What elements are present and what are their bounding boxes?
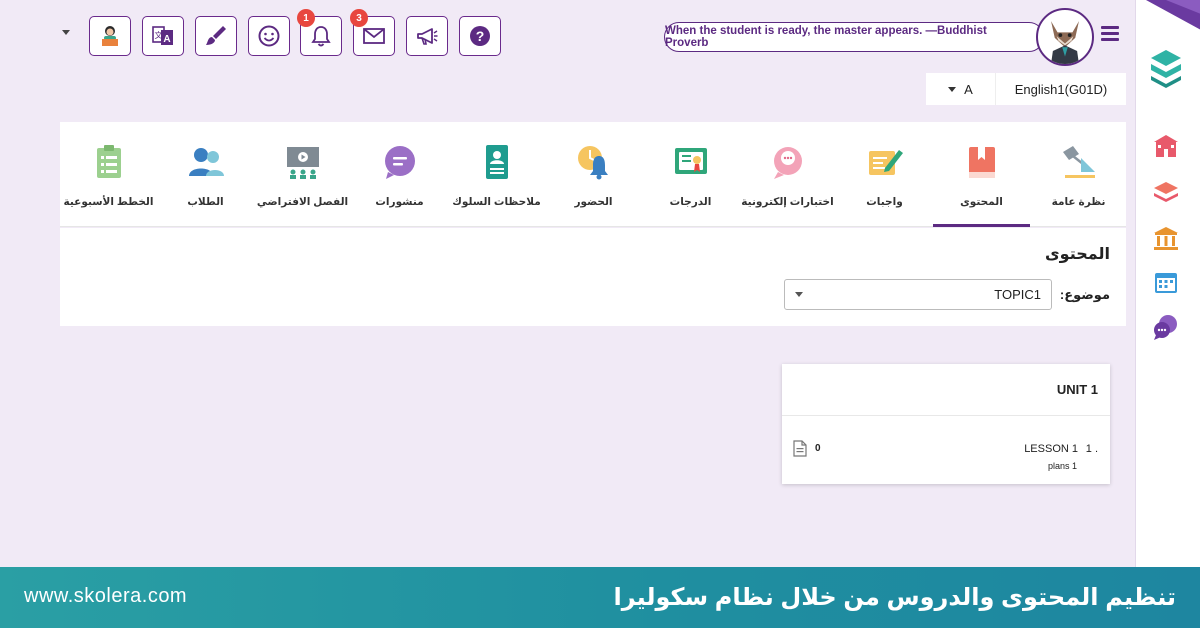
tab-label: منشورات bbox=[375, 196, 424, 208]
book-icon bbox=[968, 147, 995, 178]
content-panel: المحتوى موضوع: TOPIC1 bbox=[60, 228, 1126, 326]
brush-icon bbox=[206, 26, 226, 45]
topic-label: موضوع: bbox=[1059, 287, 1110, 302]
help-button[interactable]: ? bbox=[459, 16, 501, 56]
lesson-row[interactable]: 1 . LESSON 1 plans 1 0 bbox=[782, 416, 1110, 484]
messages-button[interactable]: 3 bbox=[350, 9, 395, 56]
chevron-down-icon bbox=[948, 86, 957, 92]
tab-label: ملاحظات السلوك bbox=[452, 196, 541, 208]
announcements-button[interactable] bbox=[406, 16, 448, 56]
virtual-class-icon bbox=[286, 147, 319, 179]
section-value: A bbox=[964, 81, 973, 97]
grades-icon bbox=[674, 148, 707, 174]
bell-icon bbox=[311, 26, 331, 47]
tab-grades[interactable]: الدرجات bbox=[642, 122, 739, 227]
online-quiz-icon bbox=[773, 147, 802, 179]
course-tabs: الخطط الأسبوعية الطلاب الفصل الافتراضي م… bbox=[60, 122, 1126, 227]
tab-label: نظرة عامة bbox=[1051, 196, 1106, 208]
theme-button[interactable] bbox=[195, 16, 237, 56]
behavior-notes-icon bbox=[485, 145, 508, 179]
lesson-number: 1 . bbox=[1085, 443, 1098, 455]
tab-posts[interactable]: منشورات bbox=[351, 122, 448, 227]
svg-text:?: ? bbox=[476, 28, 485, 44]
translate-button[interactable]: A 文 bbox=[142, 16, 184, 56]
school-icon[interactable] bbox=[1152, 132, 1180, 160]
weekly-plans-icon bbox=[96, 145, 121, 178]
help-icon: ? bbox=[470, 26, 490, 46]
notifications-badge: 1 bbox=[297, 9, 315, 27]
tab-homework[interactable]: واجبات bbox=[836, 122, 933, 227]
tab-virtual-class[interactable]: الفصل الافتراضي bbox=[254, 122, 351, 227]
section-dropdown[interactable]: A bbox=[926, 73, 996, 105]
course-name: English1(G01D) bbox=[1014, 81, 1108, 97]
tab-label: الحضور bbox=[574, 196, 613, 208]
homework-icon bbox=[868, 150, 903, 175]
website-url[interactable]: www.skolera.com bbox=[24, 585, 187, 608]
students-icon bbox=[188, 148, 224, 176]
user-menu-caret[interactable] bbox=[62, 30, 70, 35]
bottom-banner: www.skolera.com تنظيم المحتوى والدروس من… bbox=[0, 567, 1200, 628]
tab-content[interactable]: المحتوى bbox=[933, 122, 1030, 227]
lesson-plans: plans 1 bbox=[1047, 461, 1077, 471]
feedback-button[interactable] bbox=[248, 16, 290, 56]
lamp-icon bbox=[1062, 146, 1095, 178]
page-title: المحتوى bbox=[1045, 246, 1110, 263]
messages-badge: 3 bbox=[350, 9, 368, 27]
topic-select[interactable]: TOPIC1 bbox=[784, 279, 1052, 310]
daily-quote: When the student is ready, the master ap… bbox=[664, 22, 1044, 52]
tab-attendance[interactable]: الحضور bbox=[545, 122, 642, 227]
tab-students[interactable]: الطلاب bbox=[157, 122, 254, 227]
document-count: 0 bbox=[815, 443, 821, 454]
courses-stack-icon[interactable] bbox=[1152, 178, 1180, 206]
institution-icon[interactable] bbox=[1152, 224, 1180, 252]
banner-title: تنظيم المحتوى والدروس من خلال نظام سكولي… bbox=[613, 584, 1176, 611]
chevron-down-icon bbox=[795, 292, 803, 297]
unit-card: UNIT 1 1 . LESSON 1 plans 1 0 bbox=[782, 364, 1110, 484]
translate-icon: A 文 bbox=[152, 26, 173, 45]
attendance-icon bbox=[577, 146, 608, 180]
posts-icon bbox=[384, 146, 415, 179]
tab-label: اختبارات إلكترونية bbox=[741, 196, 834, 208]
teacher-view-button[interactable] bbox=[89, 16, 131, 56]
fox-avatar-icon bbox=[1038, 10, 1092, 64]
chat-icon[interactable] bbox=[1152, 313, 1180, 341]
teacher-icon bbox=[102, 26, 118, 46]
svg-text:文: 文 bbox=[155, 30, 163, 40]
tab-overview[interactable]: نظرة عامة bbox=[1030, 122, 1127, 227]
skolera-logo-icon[interactable] bbox=[1149, 48, 1183, 88]
document-icon[interactable] bbox=[793, 440, 807, 457]
lesson-name[interactable]: LESSON 1 bbox=[1024, 443, 1078, 455]
section-course-selector[interactable]: A English1(G01D) bbox=[926, 73, 1126, 105]
notifications-button[interactable]: 1 bbox=[297, 9, 342, 56]
tab-label: المحتوى bbox=[960, 196, 1003, 208]
tab-online-quizzes[interactable]: اختبارات إلكترونية bbox=[739, 122, 836, 227]
tab-behavior-notes[interactable]: ملاحظات السلوك bbox=[448, 122, 545, 227]
tab-weekly-plans[interactable]: الخطط الأسبوعية bbox=[60, 122, 157, 227]
megaphone-icon bbox=[417, 28, 438, 45]
tab-label: الدرجات bbox=[669, 196, 712, 208]
tab-label: الخطط الأسبوعية bbox=[63, 196, 154, 208]
mail-icon bbox=[363, 28, 385, 44]
tab-label: الفصل الافتراضي bbox=[256, 196, 349, 208]
topic-value: TOPIC1 bbox=[994, 287, 1041, 302]
user-avatar[interactable] bbox=[1036, 8, 1094, 66]
svg-text:A: A bbox=[163, 34, 170, 45]
smiley-icon bbox=[258, 25, 280, 47]
unit-title[interactable]: UNIT 1 bbox=[782, 364, 1110, 416]
tab-label: واجبات bbox=[866, 196, 903, 208]
tab-label: الطلاب bbox=[187, 196, 224, 208]
hamburger-menu-icon[interactable] bbox=[1101, 26, 1119, 44]
calendar-icon[interactable] bbox=[1152, 268, 1180, 296]
corner-decoration-icon bbox=[1146, 0, 1200, 30]
